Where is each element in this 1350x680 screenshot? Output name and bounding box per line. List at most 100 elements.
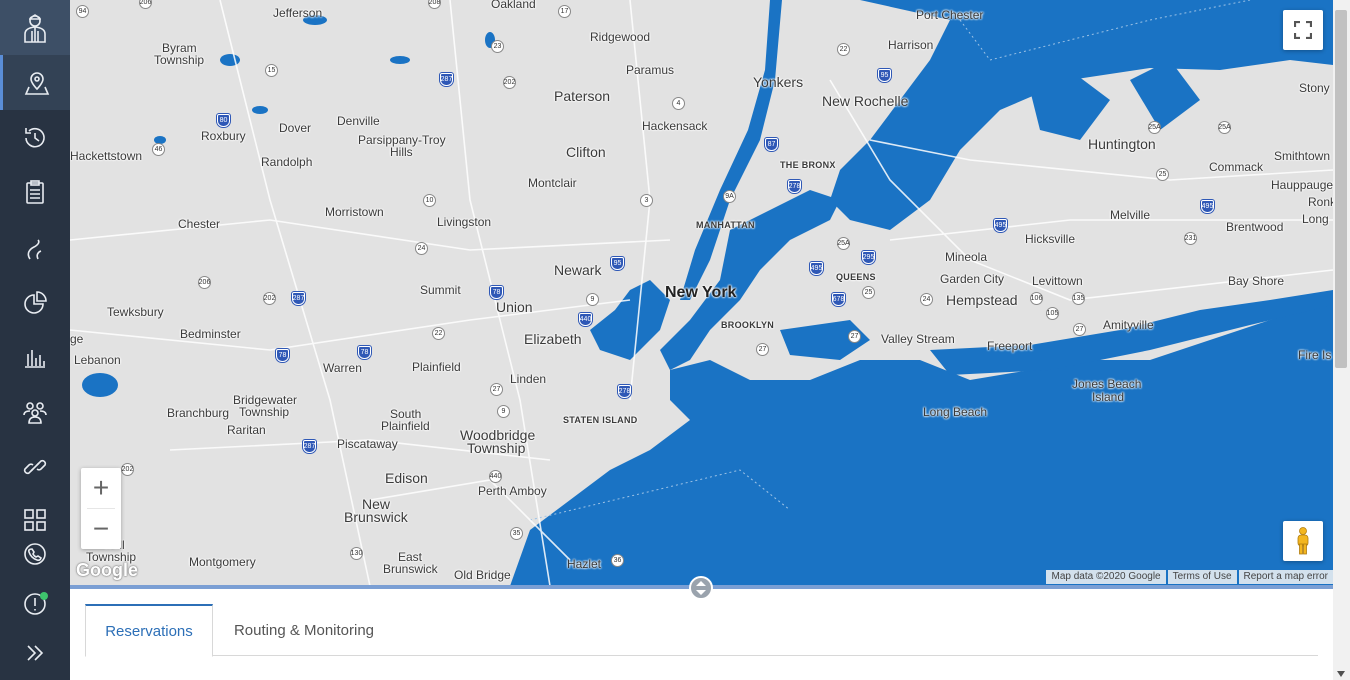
resize-handle[interactable]	[689, 576, 713, 600]
fullscreen-button[interactable]	[1283, 10, 1323, 50]
map-label-bay-shore: Bay Shore	[1228, 274, 1285, 288]
route-shield: 35	[510, 527, 523, 540]
route-shield: 95	[878, 69, 891, 82]
route-shield: 25A	[1148, 121, 1161, 134]
route-shield: 27	[490, 383, 503, 396]
route-shield: 95	[611, 257, 624, 270]
report-map-error-link[interactable]: Report a map error	[1238, 570, 1333, 584]
map-label-new-brunswick: Brunswick	[344, 509, 408, 525]
map-label-piscataway: Piscataway	[337, 437, 398, 451]
double-chevron-right-icon	[27, 645, 44, 661]
map-canvas[interactable]: New York MANHATTAN THE BRONX QUEENS BROO…	[70, 0, 1333, 586]
route-shield: 495	[810, 262, 823, 275]
driver-avatar-icon	[24, 13, 46, 43]
sidebar-item-logo[interactable]	[0, 0, 70, 55]
map-label-garden-city: Garden City	[940, 272, 1005, 286]
zoom-out-button[interactable]: −	[81, 509, 121, 549]
map-label-linden: Linden	[510, 372, 547, 386]
sidebar-item-integrations[interactable]	[0, 441, 70, 493]
pie-chart-icon	[24, 291, 47, 314]
map-label-hazlet: Hazlet	[567, 557, 602, 571]
map-label-township: Township	[154, 53, 205, 67]
sidebar-item-map[interactable]	[0, 55, 70, 110]
route-shield: 25	[862, 286, 875, 299]
fullscreen-icon	[1294, 21, 1312, 39]
map-label-montclair: Montclair	[528, 176, 577, 190]
route-shield: 27	[848, 330, 861, 343]
route-shield: 202	[263, 292, 276, 305]
route-shield: 202	[503, 76, 516, 89]
sidebar-item-reports[interactable]	[0, 277, 70, 329]
map-label-bedminster: Bedminster	[180, 327, 241, 341]
map-label-east-brunswick: Brunswick	[383, 562, 438, 576]
sidebar-item-history[interactable]	[0, 112, 70, 164]
map-label-lebanon: Lebanon	[74, 353, 121, 367]
map-label-randolph: Randolph	[261, 155, 313, 169]
route-shield: 9A	[723, 190, 736, 203]
map-label-bridgewater-township: Township	[239, 405, 290, 419]
route-shield: 278	[788, 180, 801, 193]
map-label-hackettstown: Hackettstown	[70, 149, 143, 163]
map-label-hackensack: Hackensack	[642, 119, 708, 133]
map-label-montgomery: Montgomery	[189, 555, 256, 569]
sidebar-item-expand[interactable]	[0, 627, 70, 679]
map-label-raritan: Raritan	[227, 423, 266, 437]
map-data-label: Map data ©2020 Google	[1046, 570, 1166, 584]
scroll-down-arrow[interactable]	[1337, 671, 1345, 677]
map-label-warren: Warren	[323, 361, 362, 375]
map-pin-icon	[24, 71, 49, 95]
sidebar-item-clipboard[interactable]	[0, 166, 70, 218]
route-shield: 25A	[837, 237, 850, 250]
map-label-elizabeth: Elizabeth	[524, 331, 582, 347]
map-label-newark: Newark	[554, 262, 602, 278]
route-shield: 23	[491, 40, 504, 53]
route-shield: 231	[1184, 232, 1197, 245]
map-label-livingston: Livingston	[437, 215, 492, 229]
map-label-queens: QUEENS	[836, 272, 876, 282]
route-shield: 36	[611, 554, 624, 567]
map-label-hicksville: Hicksville	[1025, 232, 1076, 246]
route-shield: 17	[558, 5, 571, 18]
street-view-button[interactable]	[1283, 521, 1323, 561]
sidebar-nav	[0, 0, 70, 680]
zoom-in-button[interactable]: +	[81, 468, 121, 508]
map-label-fire-is: Fire Is	[1298, 348, 1332, 362]
route-shield: 87	[765, 138, 778, 151]
route-shield: 135	[1072, 292, 1085, 305]
sidebar-item-phone[interactable]	[0, 528, 70, 580]
map-label-valley-stream: Valley Stream	[881, 332, 955, 346]
tab-reservations[interactable]: Reservations	[85, 604, 213, 657]
map-label-paterson: Paterson	[554, 88, 611, 104]
route-shield: 9	[497, 405, 510, 418]
sidebar-item-routes[interactable]	[0, 224, 70, 276]
map-label-harrison: Harrison	[888, 38, 934, 52]
map-label-amityville: Amityville	[1103, 318, 1154, 332]
tab-bar: Reservations Routing & Monitoring	[85, 604, 1318, 657]
route-shield: 206	[198, 276, 211, 289]
map-label-freeport: Freeport	[987, 339, 1033, 353]
map-label-the-bronx: THE BRONX	[780, 160, 836, 170]
route-shield: 22	[837, 43, 850, 56]
sidebar-item-analytics[interactable]	[0, 331, 70, 383]
status-dot	[40, 592, 48, 600]
route-shield: 3	[640, 194, 653, 207]
map-label-summit: Summit	[420, 283, 461, 297]
tab-routing-monitoring[interactable]: Routing & Monitoring	[219, 604, 389, 656]
sidebar-item-alerts[interactable]	[0, 578, 70, 630]
pegman-icon	[1297, 527, 1309, 555]
map-label-melville: Melville	[1110, 208, 1151, 222]
map-label-perth-amboy: Perth Amboy	[478, 484, 547, 498]
route-shield: 24	[920, 293, 933, 306]
route-shield: 278	[618, 385, 631, 398]
route-icon	[27, 239, 42, 260]
map-label-mineola: Mineola	[945, 250, 988, 264]
scrollbar-thumb[interactable]	[1335, 10, 1347, 368]
route-shield: 287	[292, 292, 305, 305]
route-shield: 130	[350, 547, 363, 560]
map-label-huntington: Huntington	[1088, 136, 1156, 152]
map-label-chester: Chester	[178, 217, 221, 231]
page-scrollbar[interactable]	[1333, 0, 1350, 680]
map-label-manhattan: MANHATTAN	[696, 220, 755, 230]
terms-of-use-link[interactable]: Terms of Use	[1167, 570, 1237, 584]
sidebar-item-users[interactable]	[0, 386, 70, 438]
